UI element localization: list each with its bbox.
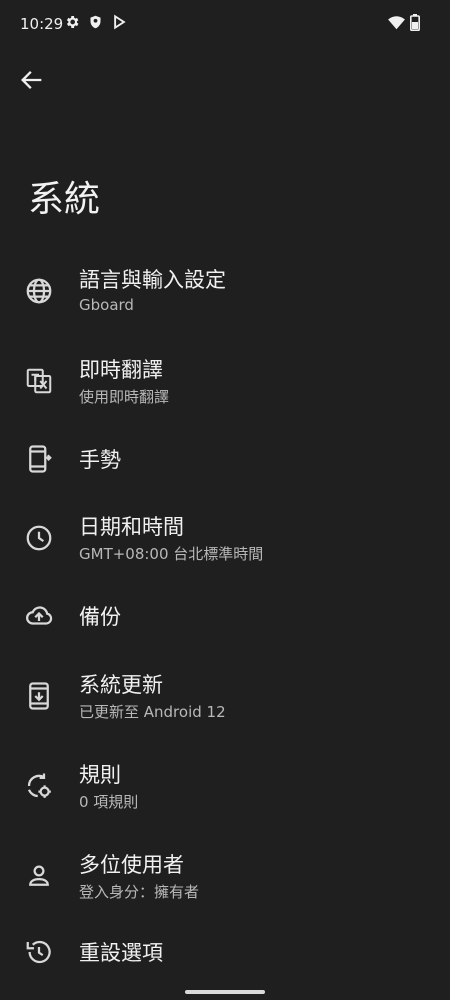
item-subtitle: 0 項規則 — [79, 793, 139, 811]
status-time: 10:29 — [20, 15, 64, 33]
item-title: 手勢 — [79, 448, 121, 472]
back-button[interactable] — [18, 66, 46, 94]
setting-multiple-users[interactable]: 多位使用者 登入身分：擁有者 — [0, 835, 450, 920]
item-subtitle: 使用即時翻譯 — [79, 388, 170, 406]
item-subtitle: 已更新至 Android 12 — [79, 703, 226, 721]
shield-icon — [88, 14, 103, 34]
item-subtitle: GMT+08:00 台北標準時間 — [79, 545, 264, 563]
setting-date-time[interactable]: 日期和時間 GMT+08:00 台北標準時間 — [0, 497, 450, 582]
item-title: 重設選項 — [79, 941, 163, 965]
person-icon — [24, 861, 54, 891]
item-title: 多位使用者 — [79, 853, 184, 877]
wifi-icon — [388, 15, 405, 34]
setting-rules[interactable]: 規則 0 項規則 — [0, 745, 450, 830]
clock-icon — [24, 523, 54, 553]
play-protect-icon — [112, 14, 127, 34]
item-title: 語言與輸入設定 — [79, 268, 226, 292]
item-title: 備份 — [79, 605, 121, 629]
item-title: 日期和時間 — [79, 515, 184, 539]
item-title: 規則 — [79, 763, 121, 787]
item-title: 系統更新 — [79, 673, 163, 697]
status-bar: 10:29 — [0, 0, 450, 48]
arrow-back-icon — [21, 71, 42, 89]
setting-backup[interactable]: 備份 — [0, 587, 450, 647]
item-subtitle: Gboard — [79, 296, 134, 314]
battery-icon — [410, 14, 420, 35]
setting-system-update[interactable]: 系統更新 已更新至 Android 12 — [0, 655, 450, 740]
rules-icon — [24, 771, 54, 801]
globe-icon — [24, 276, 54, 306]
translate-icon — [24, 366, 54, 396]
setting-reset-options[interactable]: 重設選項 — [0, 923, 450, 983]
phone-gesture-icon — [24, 444, 54, 474]
setting-live-translate[interactable]: 即時翻譯 使用即時翻譯 — [0, 340, 450, 425]
item-subtitle: 登入身分：擁有者 — [79, 883, 200, 901]
history-icon — [24, 937, 54, 967]
page-title: 系統 — [28, 179, 101, 220]
setting-languages-input[interactable]: 語言與輸入設定 Gboard — [0, 250, 450, 335]
settings-gear-icon — [64, 14, 80, 34]
home-gesture-bar[interactable] — [185, 990, 265, 994]
setting-gestures[interactable]: 手勢 — [0, 430, 450, 490]
item-title: 即時翻譯 — [79, 358, 163, 382]
system-update-icon — [24, 681, 54, 711]
cloud-upload-icon — [24, 601, 54, 631]
